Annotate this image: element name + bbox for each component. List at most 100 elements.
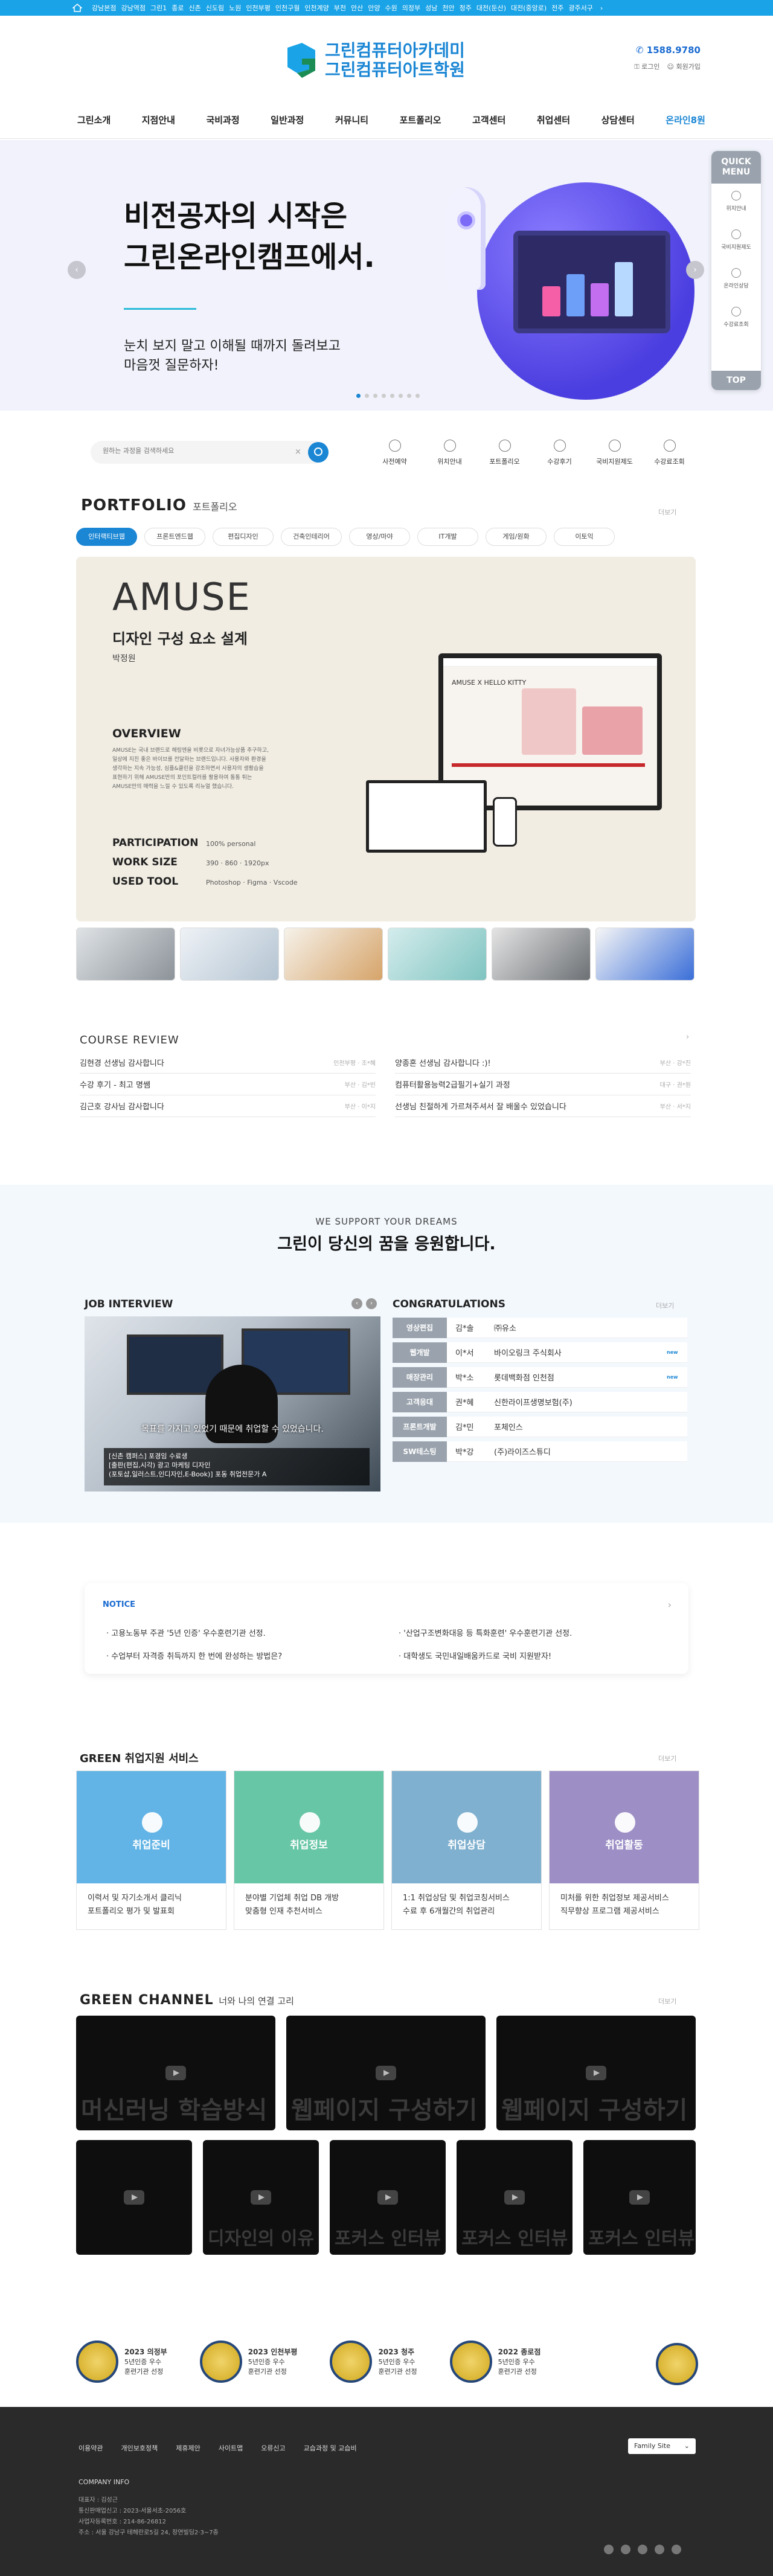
hero-dot[interactable] — [365, 394, 369, 398]
clear-icon[interactable]: × — [295, 447, 301, 457]
prev-arrow-icon[interactable]: ‹ — [351, 1298, 362, 1309]
portfolio-tab[interactable]: 편집디자인 — [213, 528, 274, 546]
review-item[interactable]: 수강 후기 - 최고 명쌤 부산 · 김*빈 — [80, 1074, 376, 1095]
portfolio-tab[interactable]: 게임/원화 — [486, 528, 547, 546]
footer-link[interactable]: 이용약관 — [79, 2443, 103, 2453]
quick-menu-item[interactable]: 국비지원제도 — [711, 222, 761, 261]
hero-dot[interactable] — [382, 394, 386, 398]
search-button[interactable] — [308, 442, 329, 463]
chevron-right-icon[interactable]: › — [600, 4, 603, 12]
site-logo[interactable]: 그린컴퓨터아카데미 그린컴퓨터아트학원 — [284, 41, 465, 80]
review-item[interactable]: 김근호 강사님 감사합니다 부산 · 이*지 — [80, 1095, 376, 1117]
next-arrow-icon[interactable]: › — [366, 1298, 377, 1309]
branch-link[interactable]: 광주서구 — [568, 3, 592, 13]
hero-dot[interactable] — [356, 394, 361, 398]
nav-item[interactable]: 그린소개 — [77, 114, 111, 126]
congrats-item[interactable]: 영상편집 김*솔 ㈜유소 — [393, 1317, 687, 1338]
branch-link[interactable]: 안양 — [368, 3, 380, 13]
branch-link[interactable]: 인천계양 — [304, 3, 329, 13]
branch-link[interactable]: 신도림 — [206, 3, 224, 13]
portfolio-tab[interactable]: 인터랙티브웹 — [76, 528, 137, 546]
nav-item[interactable]: 취업센터 — [537, 114, 570, 126]
portfolio-tab[interactable]: 영상/마야 — [349, 528, 410, 546]
job-service-card[interactable]: 취업상담 1:1 취업상담 및 취업코칭서비스 수료 후 6개월간의 취업관리 — [391, 1770, 542, 1930]
nav-item[interactable]: 국비과정 — [206, 114, 239, 126]
congrats-more-link[interactable]: 더보기 — [656, 1301, 674, 1310]
home-icon[interactable] — [72, 4, 86, 12]
branch-link[interactable]: 성남 — [425, 3, 437, 13]
quick-menu-item[interactable]: 온라인상담 — [711, 261, 761, 300]
notice-chevron-icon[interactable]: › — [668, 1599, 672, 1610]
branch-link[interactable]: 강남본점 — [92, 3, 116, 13]
congrats-item[interactable]: 프론트개발 김*민 포체인스 — [393, 1416, 687, 1437]
footer-link[interactable]: 교습과정 및 교습비 — [304, 2443, 357, 2453]
branch-link[interactable]: 부천 — [334, 3, 346, 13]
notice-item[interactable]: · '산업구조변화대응 등 특화훈련' 우수훈련기관 선정. — [399, 1627, 572, 1638]
branch-link[interactable]: 천안 — [442, 3, 454, 13]
branch-link[interactable]: 대전(둔산) — [476, 3, 506, 13]
quick-link[interactable]: 수강료조회 — [642, 440, 697, 466]
family-site-select[interactable]: Family Site ⌄ — [628, 2438, 696, 2454]
branch-link[interactable]: 인천구월 — [275, 3, 300, 13]
branch-link[interactable]: 노원 — [229, 3, 241, 13]
congrats-item[interactable]: SW테스팅 박*강 (주)라이즈스튜디 — [393, 1441, 687, 1462]
review-chevron-icon[interactable]: › — [686, 1033, 689, 1042]
nav-item[interactable]: 고객센터 — [472, 114, 505, 126]
search-input[interactable] — [103, 447, 284, 455]
job-services-more-link[interactable]: 더보기 — [658, 1754, 676, 1763]
branch-link[interactable]: 안산 — [351, 3, 363, 13]
branch-link[interactable]: 강남역점 — [121, 3, 145, 13]
quick-menu-item[interactable]: 수강료조회 — [711, 300, 761, 338]
thumbnail[interactable] — [492, 928, 591, 981]
nav-item[interactable]: 일반과정 — [271, 114, 304, 126]
portfolio-tab[interactable]: IT개발 — [417, 528, 478, 546]
phone-number[interactable]: ✆ 1588.9780 — [636, 45, 701, 56]
thumbnail[interactable] — [76, 928, 175, 981]
quick-link[interactable]: 위치안내 — [422, 440, 477, 466]
portfolio-featured[interactable]: AMUSE 디자인 구성 요소 설계 박정원 OVERVIEW AMUSE는 국… — [76, 557, 696, 921]
branch-link[interactable]: 청주 — [460, 3, 472, 13]
nav-item[interactable]: 온라인8원 — [666, 114, 705, 126]
footer-link[interactable]: 사이트맵 — [219, 2443, 243, 2453]
notice-item[interactable]: · 대학생도 국민내일배움카드로 국비 지원받자! — [399, 1650, 551, 1661]
hero-dot[interactable] — [390, 394, 394, 398]
footer-link[interactable]: 제휴제안 — [176, 2443, 200, 2453]
quick-link[interactable]: 수강후기 — [532, 440, 587, 466]
job-service-card[interactable]: 취업정보 분야별 기업체 취업 DB 개방 맞춤형 인재 추천서비스 — [234, 1770, 384, 1930]
footer-link[interactable]: 개인보호정책 — [121, 2443, 158, 2453]
video-thumbnail[interactable]: 포커스 인터뷰 — [330, 2140, 446, 2255]
quick-link[interactable]: 사전예약 — [367, 440, 422, 466]
job-interview-card[interactable]: 목표를 가지고 있었기 때문에 취업할 수 있었습니다. [신촌 캠퍼스] 포경… — [85, 1316, 380, 1491]
kakao-icon[interactable] — [672, 2545, 681, 2554]
portfolio-tab[interactable]: 건축인테리어 — [281, 528, 342, 546]
branch-link[interactable]: 전주 — [551, 3, 563, 13]
job-service-card[interactable]: 취업준비 이력서 및 자기소개서 클리닉 포트폴리오 평가 및 발표회 — [76, 1770, 226, 1930]
hero-dot[interactable] — [373, 394, 377, 398]
quick-menu-item[interactable]: 위치안내 — [711, 184, 761, 222]
branch-link[interactable]: 신촌 — [188, 3, 200, 13]
notice-item[interactable]: · 고용노동부 주관 '5년 인증' 우수훈련기관 선정. — [106, 1627, 266, 1638]
thumbnail[interactable] — [388, 928, 487, 981]
hero-next-button[interactable]: › — [686, 261, 704, 279]
branch-link[interactable]: 수원 — [385, 3, 397, 13]
congrats-item[interactable]: 고객응대 권*혜 신한라이프생명보험(주) — [393, 1391, 687, 1412]
footer-link[interactable]: 오류신고 — [261, 2443, 285, 2453]
review-item[interactable]: 컴퓨터활용능력2급필기+실기 과정 대구 · 권*원 — [395, 1074, 691, 1095]
congrats-item[interactable]: 매장관리 박*소 롯데백화점 인천점 new — [393, 1366, 687, 1388]
video-thumbnail[interactable]: 포커스 인터뷰 — [457, 2140, 573, 2255]
branch-link[interactable]: 의정부 — [402, 3, 420, 13]
review-item[interactable]: 김현경 선생님 감사합니다 인천부평 · 조*혜 — [80, 1052, 376, 1074]
review-item[interactable]: 양종혼 선생님 감사합니다 :)! 부산 · 강*진 — [395, 1052, 691, 1074]
instagram-icon[interactable] — [604, 2545, 614, 2554]
hero-prev-button[interactable]: ‹ — [68, 261, 86, 279]
thumbnail[interactable] — [180, 928, 279, 981]
nav-item[interactable]: 상담센터 — [601, 114, 635, 126]
video-thumbnail[interactable]: 웹페이지 구성하기 — [286, 2016, 486, 2130]
job-service-card[interactable]: 취업활동 미처를 위한 취업정보 제공서비스 직무향상 프로그램 제공서비스 — [549, 1770, 699, 1930]
video-thumbnail[interactable]: 웹페이지 구성하기 — [496, 2016, 696, 2130]
review-item[interactable]: 선생님 친절하게 가르쳐주셔서 잘 배울수 있었습니다 부산 · 서*지 — [395, 1095, 691, 1117]
thumbnail[interactable] — [595, 928, 694, 981]
quick-link[interactable]: 포트폴리오 — [477, 440, 532, 466]
facebook-icon[interactable] — [621, 2545, 630, 2554]
youtube-icon[interactable] — [638, 2545, 647, 2554]
